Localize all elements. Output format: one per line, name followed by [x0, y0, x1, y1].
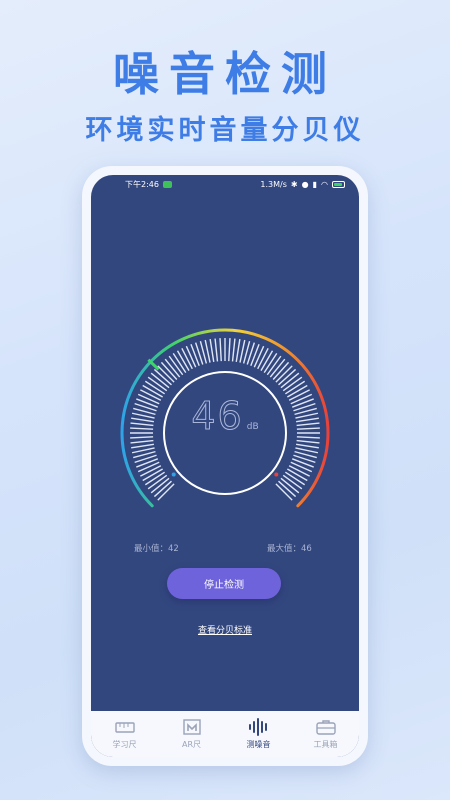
gauge-end-dot: [274, 472, 279, 477]
gauge-tick: [137, 461, 160, 473]
max-value-label: 最大值：46: [267, 544, 312, 554]
decibel-reading: 46 dB: [185, 394, 265, 439]
gauge-tick: [130, 422, 154, 427]
tab-label: 测噪音: [246, 740, 271, 749]
sound-wave-icon: [248, 718, 270, 736]
status-right-group: 1.3M/s ✱ ● ▮ ◠: [260, 180, 345, 189]
tab-study-ruler[interactable]: 学习尺: [91, 711, 158, 757]
gauge-tick: [291, 398, 314, 408]
status-bar: 下午2:46 1.3M/s ✱ ● ▮ ◠: [91, 175, 359, 193]
gauge-tick: [130, 439, 154, 444]
gauge-tick: [140, 389, 162, 401]
gauge-tick: [296, 427, 320, 430]
status-time: 下午2:46: [125, 179, 159, 189]
toolbox-icon: [315, 718, 337, 736]
status-time-group: 下午2:46: [125, 179, 172, 190]
gauge-tick: [250, 344, 260, 367]
gauge-tick: [288, 465, 310, 477]
gauge-tick: [136, 458, 159, 468]
stop-detection-button[interactable]: 停止检测: [167, 568, 281, 599]
gauge-start-dot: [171, 472, 176, 477]
gauge-tick: [296, 443, 319, 449]
decibel-unit: dB: [246, 422, 259, 432]
gauge-tick: [290, 393, 313, 405]
gauge-tick: [181, 348, 193, 370]
gauge-tick: [137, 393, 160, 405]
promo-title: 噪音检测: [113, 47, 337, 101]
gauge-tick: [235, 339, 241, 362]
alarm-icon: ●: [301, 179, 309, 189]
gauge-tick: [131, 447, 155, 454]
gauge-tick: [295, 447, 319, 454]
gauge-tick: [290, 461, 313, 473]
gauge-tick: [131, 443, 154, 449]
gauge-tick: [239, 339, 246, 363]
gauge-tick: [214, 338, 219, 362]
gauge-tick: [228, 338, 231, 362]
gauge-tick: [296, 422, 320, 427]
ruler-icon: [114, 718, 136, 736]
promo-subtitle: 环境实时音量分贝仪: [85, 115, 365, 146]
gauge-tick: [219, 338, 222, 362]
gauge-tick: [296, 417, 319, 423]
tab-toolbox[interactable]: 工具箱: [292, 711, 359, 757]
gauge-tick: [288, 389, 310, 401]
bottom-tab-bar: 学习尺 AR尺 测噪音 工具箱: [91, 711, 359, 757]
decibel-value: 46: [191, 394, 244, 439]
ar-ruler-icon: [181, 718, 203, 736]
tab-label: 学习尺: [112, 740, 137, 749]
decibel-standard-link[interactable]: 查看分贝标准: [91, 623, 359, 636]
gauge-tick: [295, 412, 319, 419]
wifi-icon: ◠: [321, 179, 328, 189]
bluetooth-icon: ✱: [290, 179, 298, 189]
tab-label: 工具箱: [313, 740, 338, 749]
gauge-tick: [257, 348, 269, 370]
gauge-tick: [204, 339, 211, 363]
app-screen: 下午2:46 1.3M/s ✱ ● ▮ ◠ 46 dB 最小值：42 最大值：4…: [91, 175, 359, 757]
signal-icon: ▮: [312, 179, 318, 189]
gauge-tick: [190, 344, 200, 367]
gauge-tick: [130, 436, 154, 439]
gauge-tick: [253, 345, 265, 368]
tab-label: AR尺: [181, 740, 202, 749]
phone-frame: 下午2:46 1.3M/s ✱ ● ▮ ◠ 46 dB 最小值：42 最大值：4…: [82, 166, 368, 766]
gauge-tick: [185, 345, 197, 368]
gauge-tick: [140, 465, 162, 477]
gauge-tick: [130, 427, 154, 430]
tab-noise-detection[interactable]: 测噪音: [225, 711, 292, 757]
gauge-tick: [131, 417, 154, 423]
gauge-tick: [131, 412, 155, 419]
gauge-tick: [291, 458, 314, 468]
gauge-tick: [136, 398, 159, 408]
min-value-label: 最小值：42: [134, 544, 179, 554]
gauge-tick: [296, 436, 320, 439]
battery-icon: [332, 180, 345, 188]
gauge-tick: [209, 339, 215, 362]
gauge-tick: [296, 439, 320, 444]
network-speed: 1.3M/s: [260, 179, 287, 189]
tab-ar-ruler[interactable]: AR尺: [158, 711, 225, 757]
wechat-icon: [162, 180, 172, 188]
gauge-tick: [231, 338, 236, 362]
